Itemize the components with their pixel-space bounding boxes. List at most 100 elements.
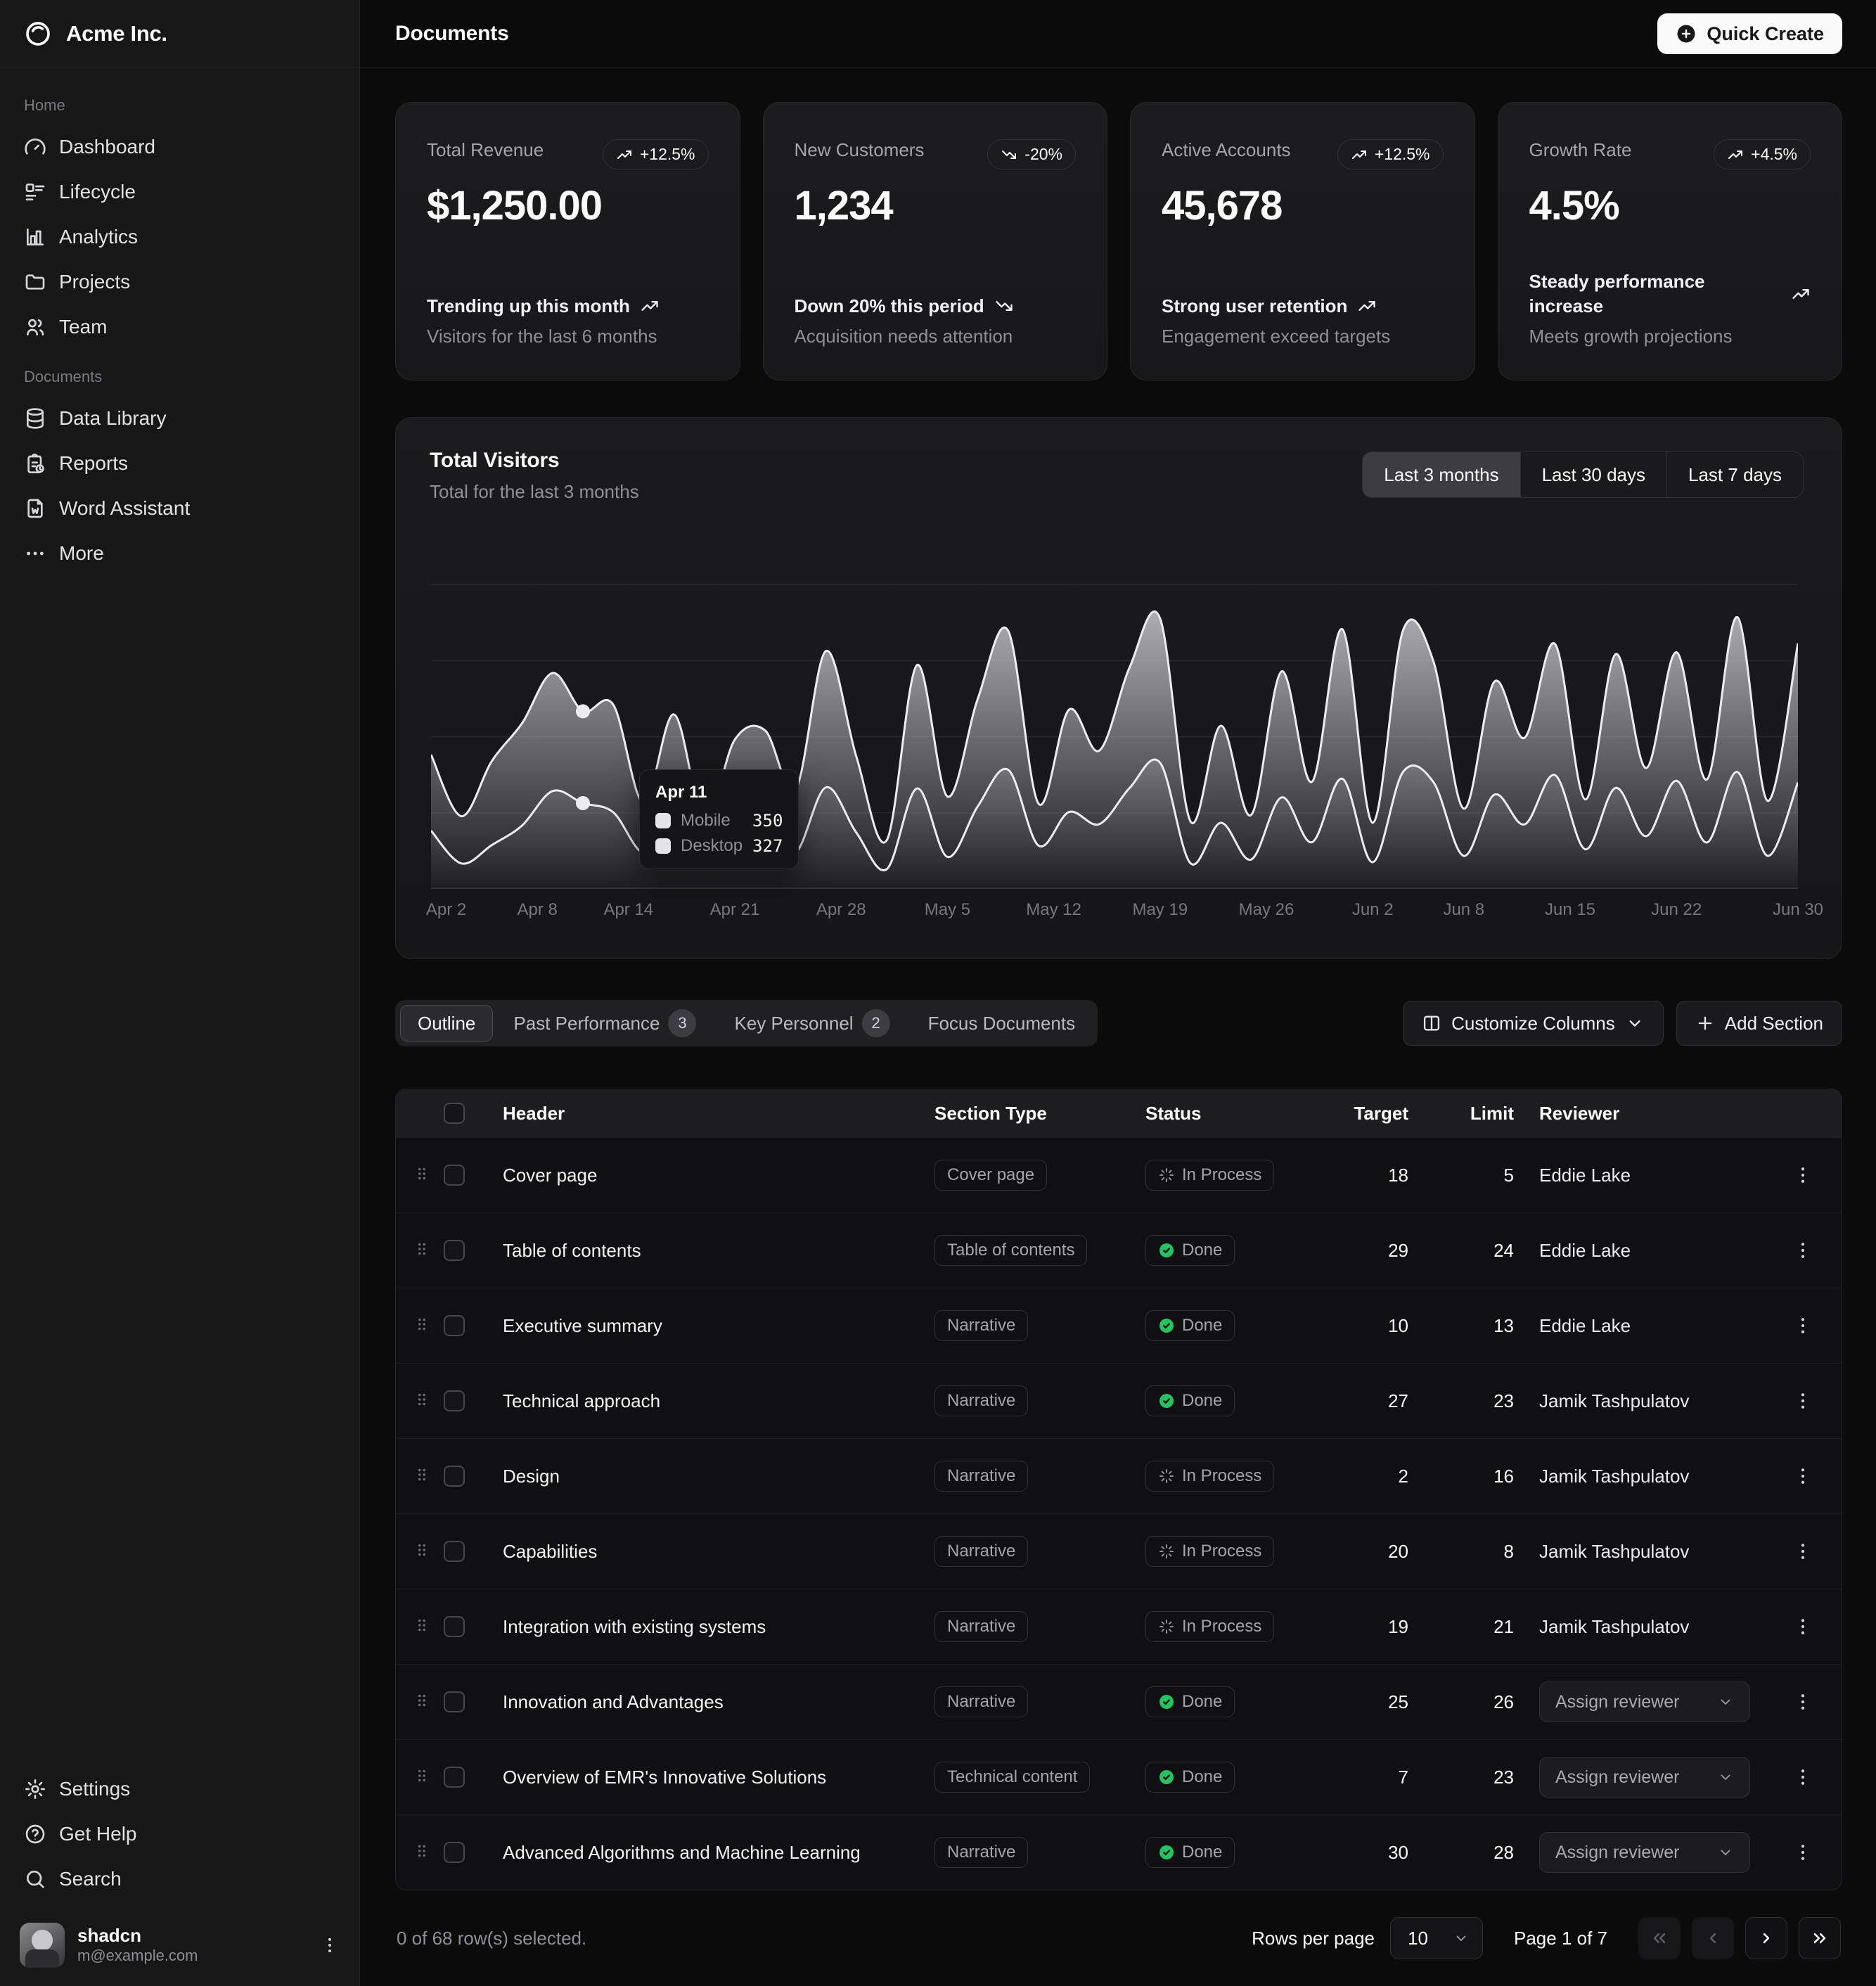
limit-value[interactable]: 13 <box>1420 1315 1525 1337</box>
sidebar-item-team[interactable]: Team <box>11 305 348 350</box>
sidebar-item-dashboard[interactable]: Dashboard <box>11 124 348 169</box>
row-menu-ellipsis-icon[interactable] <box>1792 1390 1813 1411</box>
quick-create-button[interactable]: Quick Create <box>1657 13 1842 54</box>
sidebar-item-data-library[interactable]: Data Library <box>11 396 348 441</box>
row-menu-ellipsis-icon[interactable] <box>1792 1466 1813 1487</box>
table-row[interactable]: Advanced Algorithms and Machine Learning… <box>396 1814 1842 1890</box>
table-row[interactable]: Executive summary Narrative Done 10 13 E… <box>396 1288 1842 1363</box>
row-header[interactable]: Table of contents <box>489 1240 934 1262</box>
row-header[interactable]: Overview of EMR's Innovative Solutions <box>489 1767 934 1788</box>
row-header[interactable]: Integration with existing systems <box>489 1616 934 1638</box>
row-menu-ellipsis-icon[interactable] <box>1792 1767 1813 1788</box>
drag-handle-icon[interactable] <box>413 1466 431 1487</box>
tab-key-personnel[interactable]: Key Personnel2 <box>717 1005 907 1042</box>
target-value[interactable]: 25 <box>1335 1691 1420 1713</box>
sidebar-item-reports[interactable]: Reports <box>11 441 348 486</box>
sidebar-item-more[interactable]: More <box>11 531 348 576</box>
row-checkbox[interactable] <box>444 1240 465 1261</box>
tab-outline[interactable]: Outline <box>400 1005 493 1042</box>
row-menu-ellipsis-icon[interactable] <box>1792 1315 1813 1336</box>
row-header[interactable]: Innovation and Advantages <box>489 1691 934 1713</box>
prev-page-button[interactable] <box>1692 1917 1734 1959</box>
sidebar-item-analytics[interactable]: Analytics <box>11 214 348 260</box>
row-menu-ellipsis-icon[interactable] <box>1792 1616 1813 1637</box>
row-checkbox[interactable] <box>444 1315 465 1336</box>
row-menu-ellipsis-icon[interactable] <box>1792 1165 1813 1186</box>
drag-handle-icon[interactable] <box>413 1842 431 1863</box>
user-menu-ellipsis-icon[interactable] <box>320 1935 340 1955</box>
row-checkbox[interactable] <box>444 1165 465 1186</box>
row-header[interactable]: Advanced Algorithms and Machine Learning <box>489 1842 934 1864</box>
row-checkbox[interactable] <box>444 1616 465 1637</box>
sidebar-item-settings[interactable]: Settings <box>11 1767 348 1812</box>
drag-handle-icon[interactable] <box>413 1616 431 1637</box>
row-menu-ellipsis-icon[interactable] <box>1792 1541 1813 1562</box>
last-page-button[interactable] <box>1799 1917 1841 1959</box>
table-row[interactable]: Integration with existing systems Narrat… <box>396 1589 1842 1664</box>
target-value[interactable]: 10 <box>1335 1315 1420 1337</box>
rows-per-page-select[interactable]: 10 <box>1390 1917 1483 1959</box>
select-all-checkbox[interactable] <box>444 1103 465 1124</box>
drag-handle-icon[interactable] <box>413 1541 431 1562</box>
limit-value[interactable]: 23 <box>1420 1390 1525 1412</box>
drag-handle-icon[interactable] <box>413 1165 431 1186</box>
target-value[interactable]: 7 <box>1335 1767 1420 1788</box>
tab-past-performance[interactable]: Past Performance3 <box>496 1005 714 1042</box>
row-header[interactable]: Cover page <box>489 1165 934 1186</box>
table-row[interactable]: Capabilities Narrative In Process 20 8 J… <box>396 1513 1842 1589</box>
range-last-30-days[interactable]: Last 30 days <box>1520 452 1666 497</box>
target-value[interactable]: 2 <box>1335 1466 1420 1487</box>
row-checkbox[interactable] <box>444 1691 465 1712</box>
row-checkbox[interactable] <box>444 1541 465 1562</box>
target-value[interactable]: 19 <box>1335 1616 1420 1638</box>
assign-reviewer-select[interactable]: Assign reviewer <box>1539 1757 1750 1798</box>
limit-value[interactable]: 5 <box>1420 1165 1525 1186</box>
assign-reviewer-select[interactable]: Assign reviewer <box>1539 1832 1750 1873</box>
table-row[interactable]: Table of contents Table of contents Done… <box>396 1212 1842 1288</box>
limit-value[interactable]: 8 <box>1420 1541 1525 1563</box>
row-menu-ellipsis-icon[interactable] <box>1792 1691 1813 1712</box>
limit-value[interactable]: 24 <box>1420 1240 1525 1262</box>
row-menu-ellipsis-icon[interactable] <box>1792 1842 1813 1863</box>
first-page-button[interactable] <box>1638 1917 1681 1959</box>
row-checkbox[interactable] <box>444 1842 465 1863</box>
drag-handle-icon[interactable] <box>413 1691 431 1712</box>
table-row[interactable]: Technical approach Narrative Done 27 23 … <box>396 1363 1842 1438</box>
target-value[interactable]: 29 <box>1335 1240 1420 1262</box>
table-row[interactable]: Cover page Cover page In Process 18 5 Ed… <box>396 1137 1842 1212</box>
table-row[interactable]: Innovation and Advantages Narrative Done… <box>396 1664 1842 1739</box>
add-section-button[interactable]: Add Section <box>1676 1001 1842 1046</box>
target-value[interactable]: 20 <box>1335 1541 1420 1563</box>
tab-focus-documents[interactable]: Focus Documents <box>911 1005 1093 1042</box>
target-value[interactable]: 18 <box>1335 1165 1420 1186</box>
drag-handle-icon[interactable] <box>413 1767 431 1788</box>
row-header[interactable]: Executive summary <box>489 1315 934 1337</box>
limit-value[interactable]: 28 <box>1420 1842 1525 1864</box>
sidebar-item-search[interactable]: Search <box>11 1857 348 1902</box>
limit-value[interactable]: 21 <box>1420 1616 1525 1638</box>
limit-value[interactable]: 26 <box>1420 1691 1525 1713</box>
row-menu-ellipsis-icon[interactable] <box>1792 1240 1813 1261</box>
row-header[interactable]: Technical approach <box>489 1390 934 1412</box>
area-chart[interactable]: Apr 11 Mobile 350 Desktop 327 <box>431 548 1798 889</box>
sidebar-item-lifecycle[interactable]: Lifecycle <box>11 169 348 214</box>
row-header[interactable]: Design <box>489 1466 934 1487</box>
range-last-3-months[interactable]: Last 3 months <box>1363 452 1520 497</box>
drag-handle-icon[interactable] <box>413 1240 431 1261</box>
target-value[interactable]: 30 <box>1335 1842 1420 1864</box>
row-header[interactable]: Capabilities <box>489 1541 934 1563</box>
next-page-button[interactable] <box>1745 1917 1787 1959</box>
drag-handle-icon[interactable] <box>413 1390 431 1411</box>
table-row[interactable]: Design Narrative In Process 2 16 Jamik T… <box>396 1438 1842 1513</box>
limit-value[interactable]: 23 <box>1420 1767 1525 1788</box>
user-menu[interactable]: shadcn m@example.com <box>11 1914 348 1976</box>
drag-handle-icon[interactable] <box>413 1315 431 1336</box>
range-last-7-days[interactable]: Last 7 days <box>1666 452 1803 497</box>
row-checkbox[interactable] <box>444 1767 465 1788</box>
row-checkbox[interactable] <box>444 1390 465 1411</box>
org-switcher[interactable]: Acme Inc. <box>0 0 359 68</box>
sidebar-item-projects[interactable]: Projects <box>11 260 348 305</box>
limit-value[interactable]: 16 <box>1420 1466 1525 1487</box>
sidebar-item-word-assistant[interactable]: Word Assistant <box>11 486 348 531</box>
row-checkbox[interactable] <box>444 1466 465 1487</box>
